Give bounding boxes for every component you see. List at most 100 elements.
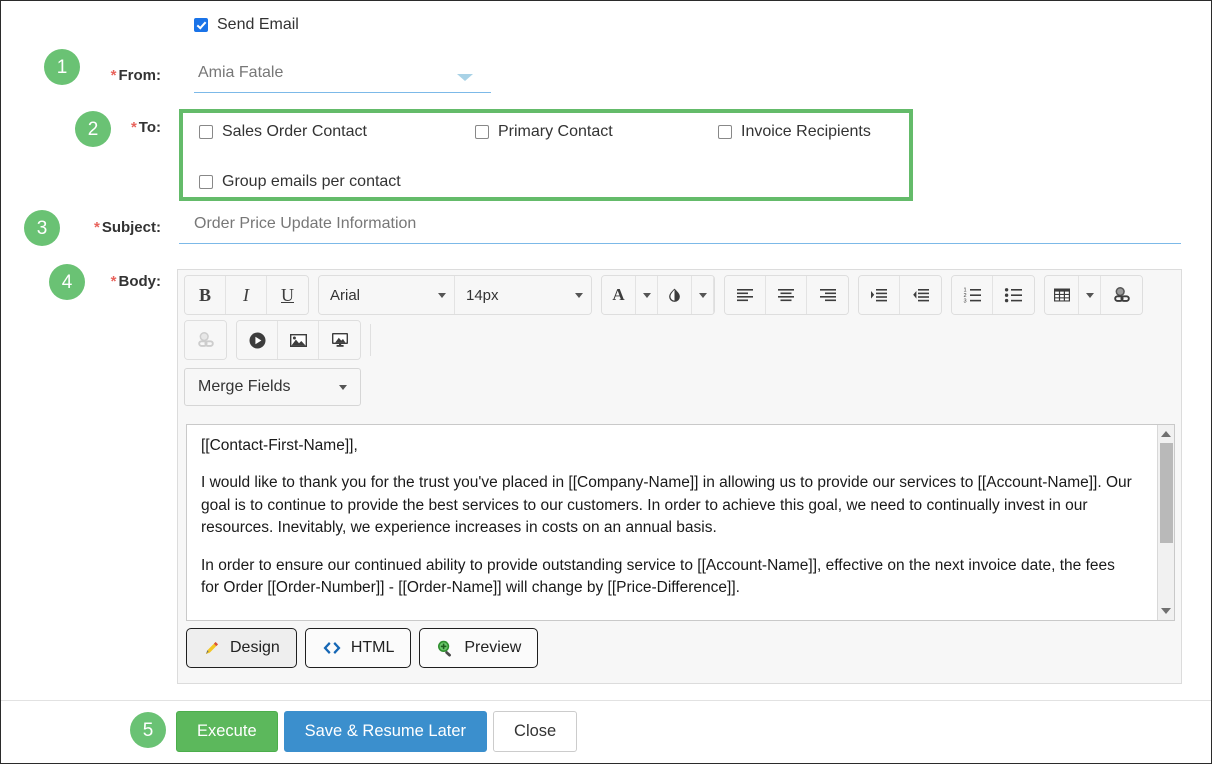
align-left-icon	[736, 287, 754, 303]
media-group	[236, 320, 361, 360]
insert-table-button[interactable]	[1045, 276, 1079, 314]
subject-value: Order Price Update Information	[194, 215, 417, 232]
subject-label: * Subject:	[41, 219, 161, 236]
save-and-resume-later-button[interactable]: Save & Resume Later	[283, 711, 488, 752]
to-label: * To:	[41, 119, 161, 136]
highlight-color-button[interactable]	[658, 276, 692, 314]
insert-media-icon	[330, 331, 350, 349]
tab-design[interactable]: Design	[186, 628, 297, 668]
underline-icon: U	[281, 284, 294, 305]
font-color-icon: A	[612, 285, 625, 304]
body-required-marker: *	[110, 273, 117, 290]
body-paragraph-3: In order to ensure our continued ability…	[201, 556, 1115, 597]
group-emails-per-contact-checkbox[interactable]	[199, 175, 213, 189]
to-option-primary-contact[interactable]: Primary Contact	[475, 123, 718, 141]
indent-group	[858, 275, 942, 315]
ordered-list-icon: 123	[963, 287, 982, 304]
insert-link-icon	[1112, 286, 1132, 304]
from-value: Amia Fatale	[198, 64, 284, 81]
email-action-form: Send Email 1 * From: Amia Fatale 2 * To: S…	[1, 1, 1211, 763]
body-content-text[interactable]: [[Contact-First-Name]], I would like to …	[187, 425, 1145, 620]
tab-html-label: HTML	[350, 639, 395, 656]
ordered-list-button[interactable]: 123	[952, 276, 993, 314]
body-paragraph-1: [[Contact-First-Name]],	[201, 437, 358, 454]
align-left-button[interactable]	[725, 276, 766, 314]
insert-table-dropdown[interactable]	[1079, 276, 1101, 314]
body-label-text: Body:	[118, 273, 162, 290]
insert-media-button[interactable]	[319, 321, 360, 359]
font-size-select[interactable]: 14px	[455, 276, 591, 314]
magnifier-plus-icon	[436, 639, 455, 658]
to-option-invoice-recipients[interactable]: Invoice Recipients	[718, 123, 871, 141]
chevron-down-icon	[698, 292, 707, 298]
to-options-row-2: Group emails per contact	[199, 173, 401, 191]
underline-button[interactable]: U	[267, 276, 308, 314]
primary-contact-checkbox[interactable]	[475, 125, 489, 139]
subject-required-marker: *	[93, 219, 100, 236]
table-icon	[1053, 287, 1071, 303]
body-scrollbar[interactable]	[1157, 425, 1174, 620]
pencil-icon	[203, 639, 221, 657]
from-select[interactable]: Amia Fatale	[194, 61, 491, 93]
chevron-down-icon	[438, 292, 446, 298]
paint-drop-icon	[666, 287, 683, 304]
indent-increase-button[interactable]	[859, 276, 900, 314]
insert-image-button[interactable]	[278, 321, 319, 359]
toolbar-separator	[370, 324, 371, 356]
body-label: * Body:	[41, 273, 161, 290]
merge-fields-row: Merge Fields	[178, 360, 1181, 414]
chevron-down-icon	[575, 292, 583, 298]
unlink-button[interactable]	[185, 321, 226, 359]
unlink-icon	[196, 331, 216, 349]
merge-fields-label: Merge Fields	[198, 378, 291, 395]
italic-icon: I	[243, 284, 249, 305]
invoice-recipients-checkbox[interactable]	[718, 125, 732, 139]
subject-label-text: Subject:	[101, 219, 161, 236]
execute-button[interactable]: Execute	[176, 711, 278, 752]
text-style-group: B I U	[184, 275, 309, 315]
insert-link-button[interactable]	[1101, 276, 1142, 314]
close-button[interactable]: Close	[493, 711, 578, 752]
text-color-dropdown[interactable]	[636, 276, 658, 314]
form-actions: Execute Save & Resume Later Close	[176, 711, 578, 752]
scroll-down-arrow-icon[interactable]	[1161, 608, 1171, 614]
editor-view-tabs: Design HTML Preview	[186, 628, 539, 668]
chevron-down-icon[interactable]	[457, 74, 473, 81]
align-right-icon	[819, 287, 837, 303]
align-right-button[interactable]	[807, 276, 848, 314]
sales-order-contact-label: Sales Order Contact	[222, 123, 367, 140]
group-emails-per-contact-label: Group emails per contact	[222, 173, 401, 190]
highlight-color-dropdown[interactable]	[692, 276, 714, 314]
subject-input[interactable]: Order Price Update Information	[179, 212, 1181, 244]
list-group: 123	[951, 275, 1035, 315]
body-content-area[interactable]: [[Contact-First-Name]], I would like to …	[186, 424, 1175, 621]
align-center-button[interactable]	[766, 276, 807, 314]
chevron-down-icon	[1085, 292, 1094, 298]
send-email-checkbox[interactable]	[194, 18, 208, 32]
insert-video-button[interactable]	[237, 321, 278, 359]
unordered-list-button[interactable]	[993, 276, 1034, 314]
sales-order-contact-checkbox[interactable]	[199, 125, 213, 139]
indent-decrease-button[interactable]	[900, 276, 941, 314]
bold-button[interactable]: B	[185, 276, 226, 314]
send-email-label: Send Email	[217, 16, 299, 33]
scroll-up-arrow-icon[interactable]	[1161, 431, 1171, 437]
scrollbar-thumb[interactable]	[1160, 443, 1173, 543]
text-color-button[interactable]: A	[602, 276, 636, 314]
alignment-group	[724, 275, 849, 315]
chevron-down-icon	[642, 292, 651, 298]
tab-preview[interactable]: Preview	[419, 628, 539, 668]
tab-html[interactable]: HTML	[304, 628, 412, 668]
font-family-select[interactable]: Arial	[319, 276, 455, 314]
send-email-checkbox-item[interactable]: Send Email	[194, 16, 299, 34]
to-option-group-emails-per-contact[interactable]: Group emails per contact	[199, 173, 401, 191]
font-family-value: Arial	[330, 286, 361, 304]
bold-icon: B	[198, 284, 211, 305]
primary-contact-label: Primary Contact	[498, 123, 613, 140]
merge-fields-select[interactable]: Merge Fields	[184, 368, 361, 406]
unordered-list-icon	[1004, 287, 1023, 304]
unlink-group	[184, 320, 227, 360]
indent-decrease-icon	[912, 287, 930, 303]
to-option-sales-order-contact[interactable]: Sales Order Contact	[199, 123, 475, 141]
italic-button[interactable]: I	[226, 276, 267, 314]
